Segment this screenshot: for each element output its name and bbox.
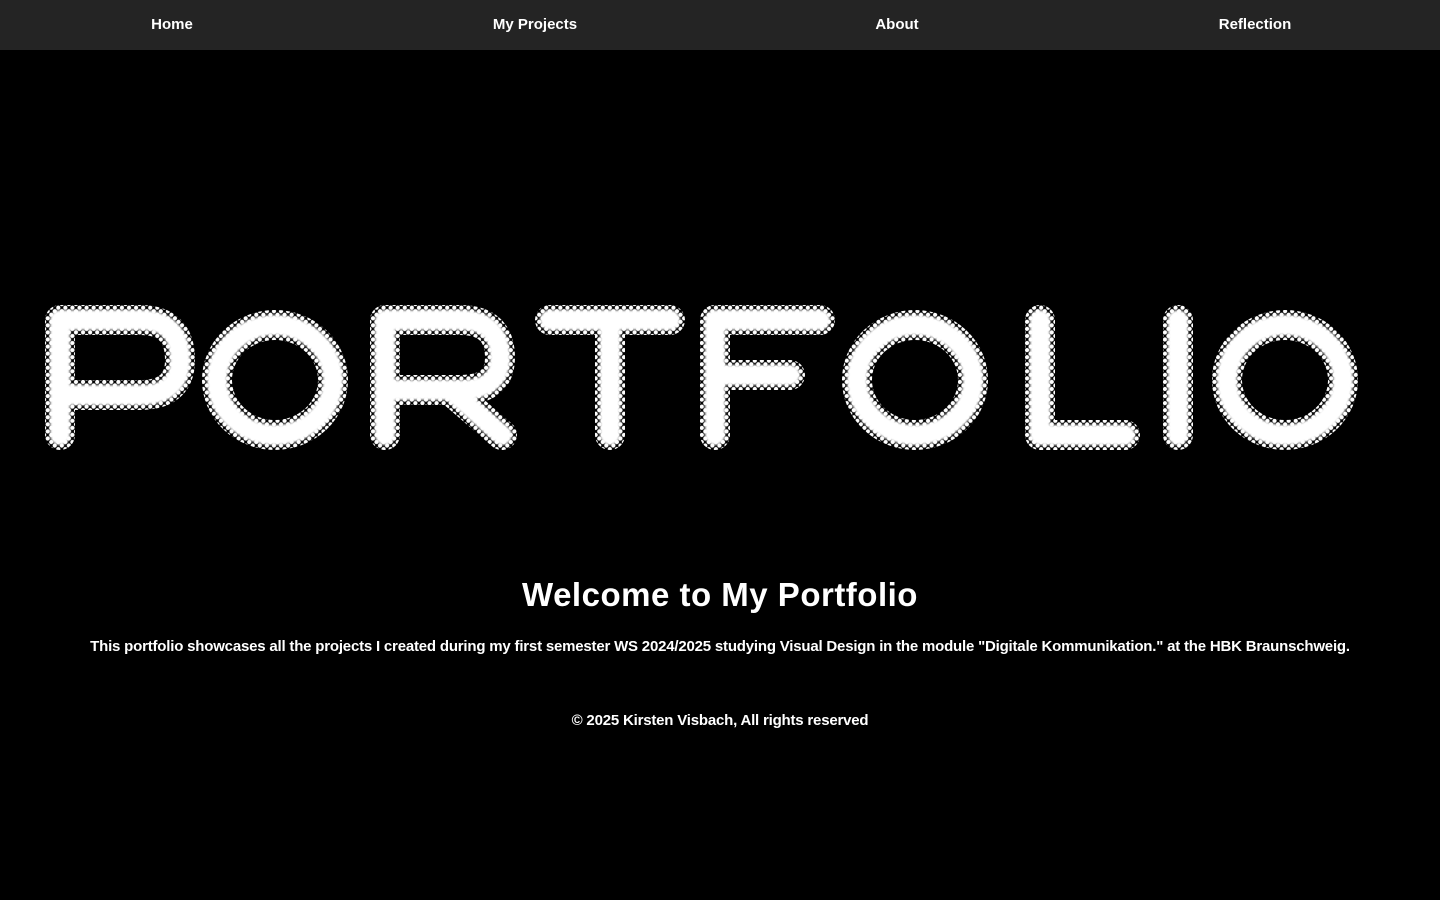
page-title: Welcome to My Portfolio xyxy=(522,576,918,613)
portfolio-halftone-wordmark xyxy=(45,305,1358,450)
intro-paragraph: This portfolio showcases all the project… xyxy=(90,638,1350,655)
footer-copyright: © 2025 Kirsten Visbach, All rights reser… xyxy=(571,712,869,729)
nav-link-reflection[interactable]: Reflection xyxy=(1219,0,1292,50)
nav-link-about[interactable]: About xyxy=(875,0,918,50)
top-navigation-bar: Home My Projects About Reflection xyxy=(0,0,1440,50)
portfolio-hero-logo xyxy=(30,290,1370,470)
nav-link-my-projects[interactable]: My Projects xyxy=(493,0,577,50)
nav-link-home[interactable]: Home xyxy=(151,0,193,50)
